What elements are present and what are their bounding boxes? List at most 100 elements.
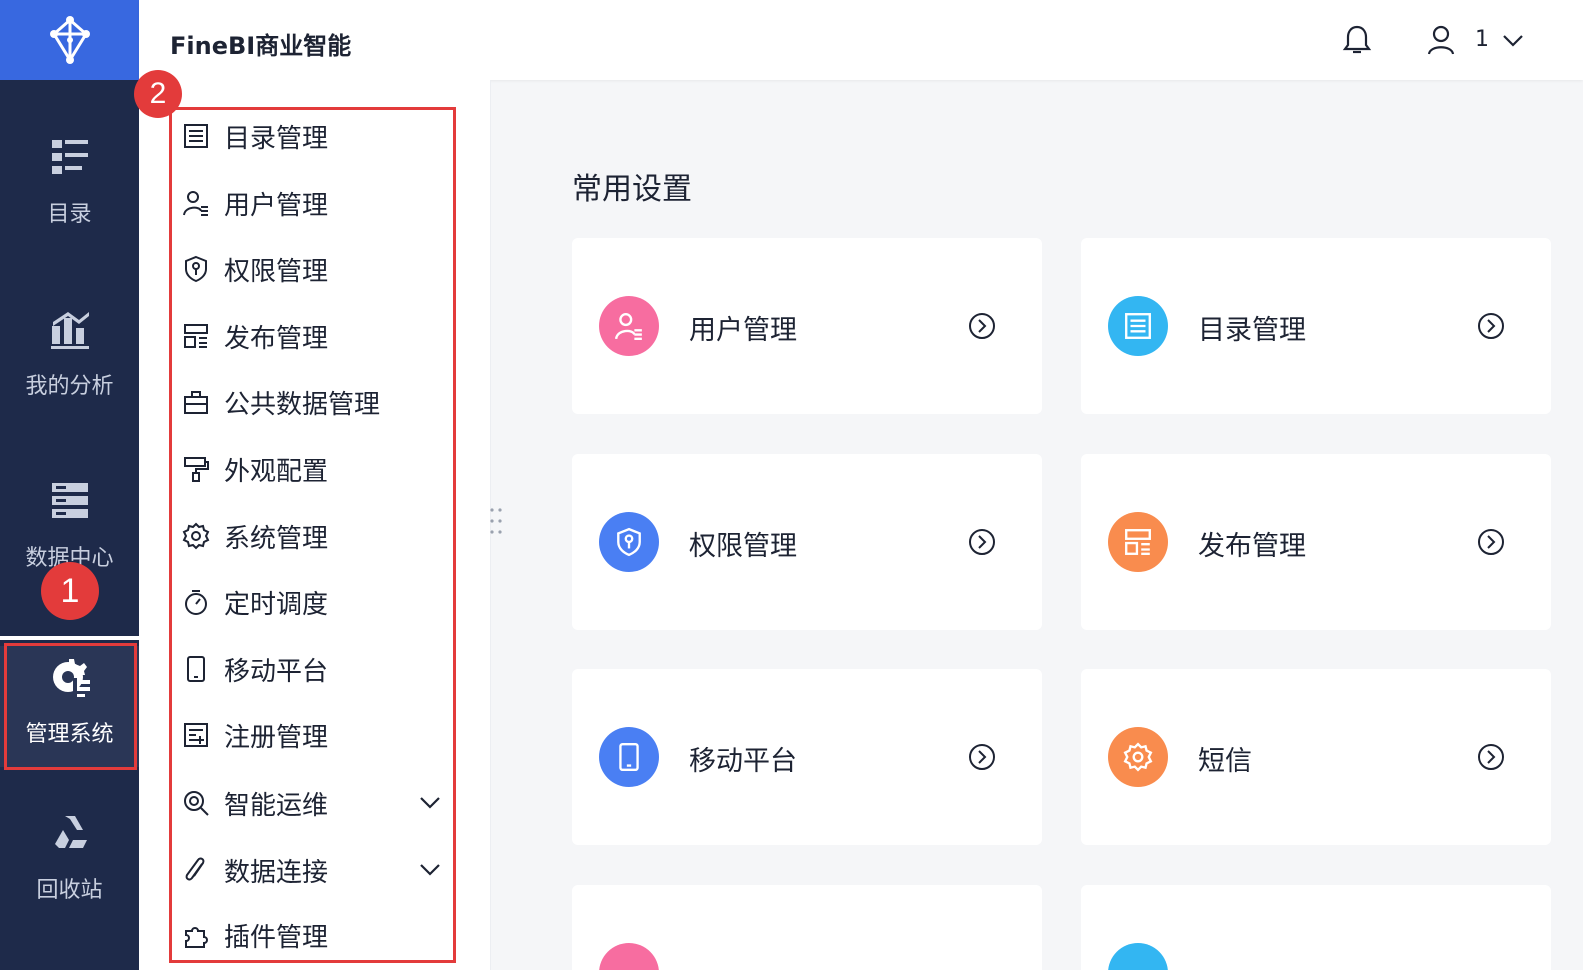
submenu-item-label: 移动平台 bbox=[224, 656, 329, 687]
card-icon-badge bbox=[599, 943, 659, 970]
user-avatar-icon[interactable] bbox=[1427, 24, 1455, 56]
card-partial[interactable] bbox=[572, 885, 1042, 970]
card-icon-badge bbox=[599, 296, 659, 356]
card-label: 用户管理 bbox=[689, 315, 797, 346]
card-mobile-platform[interactable]: 移动平台 bbox=[572, 669, 1042, 845]
gear-icon bbox=[1123, 742, 1153, 772]
arrow-right-circle-icon[interactable] bbox=[1476, 527, 1506, 557]
card-icon-badge bbox=[1108, 296, 1168, 356]
submenu-item-label: 数据连接 bbox=[224, 857, 329, 888]
submenu-item-label: 权限管理 bbox=[224, 256, 329, 287]
arrow-right-circle-icon[interactable] bbox=[1476, 742, 1506, 772]
submenu-item-appearance[interactable]: 外观配置 bbox=[182, 449, 444, 489]
card-permission-management[interactable]: 权限管理 bbox=[572, 454, 1042, 630]
submenu-item-system[interactable]: 系统管理 bbox=[182, 516, 444, 556]
ops-search-icon bbox=[184, 791, 209, 816]
rail-item-label: 回收站 bbox=[36, 878, 103, 903]
submenu-item-mobile[interactable]: 移动平台 bbox=[182, 649, 444, 689]
submenu-item-label: 系统管理 bbox=[224, 523, 329, 554]
shield-icon bbox=[185, 255, 207, 283]
submenu-item-catalog[interactable]: 目录管理 bbox=[182, 116, 444, 156]
mobile-icon bbox=[619, 742, 639, 772]
card-icon-badge bbox=[1108, 727, 1168, 787]
submenu-item-users[interactable]: 用户管理 bbox=[182, 183, 444, 223]
submenu-item-label: 插件管理 bbox=[224, 922, 329, 953]
arrow-right-circle-icon[interactable] bbox=[967, 311, 997, 341]
card-partial[interactable] bbox=[1081, 885, 1551, 970]
gear-icon bbox=[182, 522, 210, 550]
submenu-item-smart-ops[interactable]: 智能运维 bbox=[182, 783, 444, 823]
arrow-right-circle-icon[interactable] bbox=[967, 742, 997, 772]
card-user-management[interactable]: 用户管理 bbox=[572, 238, 1042, 414]
rail-item-data-center[interactable]: 数据中心 bbox=[0, 480, 139, 572]
shield-icon bbox=[617, 527, 641, 557]
rail-item-recycle[interactable]: 回收站 bbox=[0, 812, 139, 904]
publish-icon bbox=[184, 324, 208, 348]
paperclip-icon bbox=[185, 857, 205, 881]
timer-icon bbox=[185, 590, 207, 615]
register-icon bbox=[184, 723, 208, 747]
chevron-down-icon[interactable] bbox=[418, 859, 442, 879]
card-icon-badge bbox=[1108, 943, 1168, 970]
list-icon bbox=[1125, 313, 1151, 339]
highlight-box-management bbox=[4, 643, 137, 770]
analysis-chart-icon bbox=[50, 312, 89, 349]
rail-divider bbox=[0, 636, 139, 640]
chevron-down-icon[interactable] bbox=[1501, 30, 1525, 50]
card-icon-badge bbox=[1108, 512, 1168, 572]
catalog-icon bbox=[51, 140, 88, 174]
card-catalog-management[interactable]: 目录管理 bbox=[1081, 238, 1551, 414]
card-icon-badge bbox=[599, 727, 659, 787]
submenu-item-permissions[interactable]: 权限管理 bbox=[182, 249, 444, 289]
submenu-item-label: 用户管理 bbox=[224, 190, 329, 221]
submenu-item-label: 发布管理 bbox=[224, 323, 329, 354]
submenu-item-label: 定时调度 bbox=[224, 589, 329, 620]
arrow-right-circle-icon[interactable] bbox=[967, 527, 997, 557]
rail-item-catalog[interactable]: 目录 bbox=[0, 136, 139, 228]
card-label: 发布管理 bbox=[1198, 531, 1306, 562]
top-header: FineBI商业智能 1 bbox=[139, 0, 1583, 80]
submenu-item-label: 智能运维 bbox=[224, 790, 329, 821]
chevron-down-icon[interactable] bbox=[418, 792, 442, 812]
submenu-item-schedule[interactable]: 定时调度 bbox=[182, 582, 444, 622]
submenu-item-label: 公共数据管理 bbox=[224, 389, 381, 420]
arrow-right-circle-icon[interactable] bbox=[1476, 311, 1506, 341]
submenu-item-publish[interactable]: 发布管理 bbox=[182, 316, 444, 356]
card-publish-management[interactable]: 发布管理 bbox=[1081, 454, 1551, 630]
list-icon bbox=[184, 124, 208, 148]
paint-roller-icon bbox=[184, 457, 209, 482]
callout-badge-2: 2 bbox=[134, 70, 182, 118]
puzzle-icon bbox=[185, 927, 208, 948]
submenu-item-label: 注册管理 bbox=[224, 722, 329, 753]
publish-icon bbox=[1125, 529, 1151, 555]
rail-item-label: 目录 bbox=[47, 202, 92, 227]
logo-icon bbox=[49, 16, 90, 64]
card-icon-badge bbox=[599, 512, 659, 572]
bell-icon[interactable] bbox=[1342, 24, 1372, 56]
left-rail: 目录 我的分析 数据中心 管理系统 回收站 bbox=[0, 0, 139, 970]
card-label: 短信 bbox=[1198, 746, 1252, 777]
app-logo[interactable] bbox=[0, 0, 139, 80]
rail-item-analysis[interactable]: 我的分析 bbox=[0, 308, 139, 400]
data-center-icon bbox=[51, 483, 88, 518]
submenu-item-register[interactable]: 注册管理 bbox=[182, 715, 444, 755]
submenu-item-plugins[interactable]: 插件管理 bbox=[182, 915, 444, 955]
card-label: 权限管理 bbox=[689, 531, 797, 562]
rail-item-label: 我的分析 bbox=[25, 374, 114, 399]
submenu-item-data-connection[interactable]: 数据连接 bbox=[182, 850, 444, 890]
section-title: 常用设置 bbox=[572, 172, 692, 207]
card-sms[interactable]: 短信 bbox=[1081, 669, 1551, 845]
app-title: FineBI商业智能 bbox=[170, 32, 352, 60]
user-name[interactable]: 1 bbox=[1475, 27, 1489, 52]
resize-handle-icon[interactable] bbox=[488, 506, 504, 536]
public-data-icon bbox=[184, 391, 208, 414]
mobile-icon bbox=[187, 656, 205, 682]
user-icon bbox=[183, 191, 208, 216]
user-icon bbox=[614, 313, 642, 341]
submenu-item-label: 外观配置 bbox=[224, 456, 329, 487]
submenu-item-public-data[interactable]: 公共数据管理 bbox=[182, 382, 444, 422]
callout-badge-1: 1 bbox=[41, 562, 99, 620]
recycle-icon bbox=[54, 816, 87, 848]
card-label: 目录管理 bbox=[1198, 315, 1306, 346]
submenu-item-label: 目录管理 bbox=[224, 123, 329, 154]
